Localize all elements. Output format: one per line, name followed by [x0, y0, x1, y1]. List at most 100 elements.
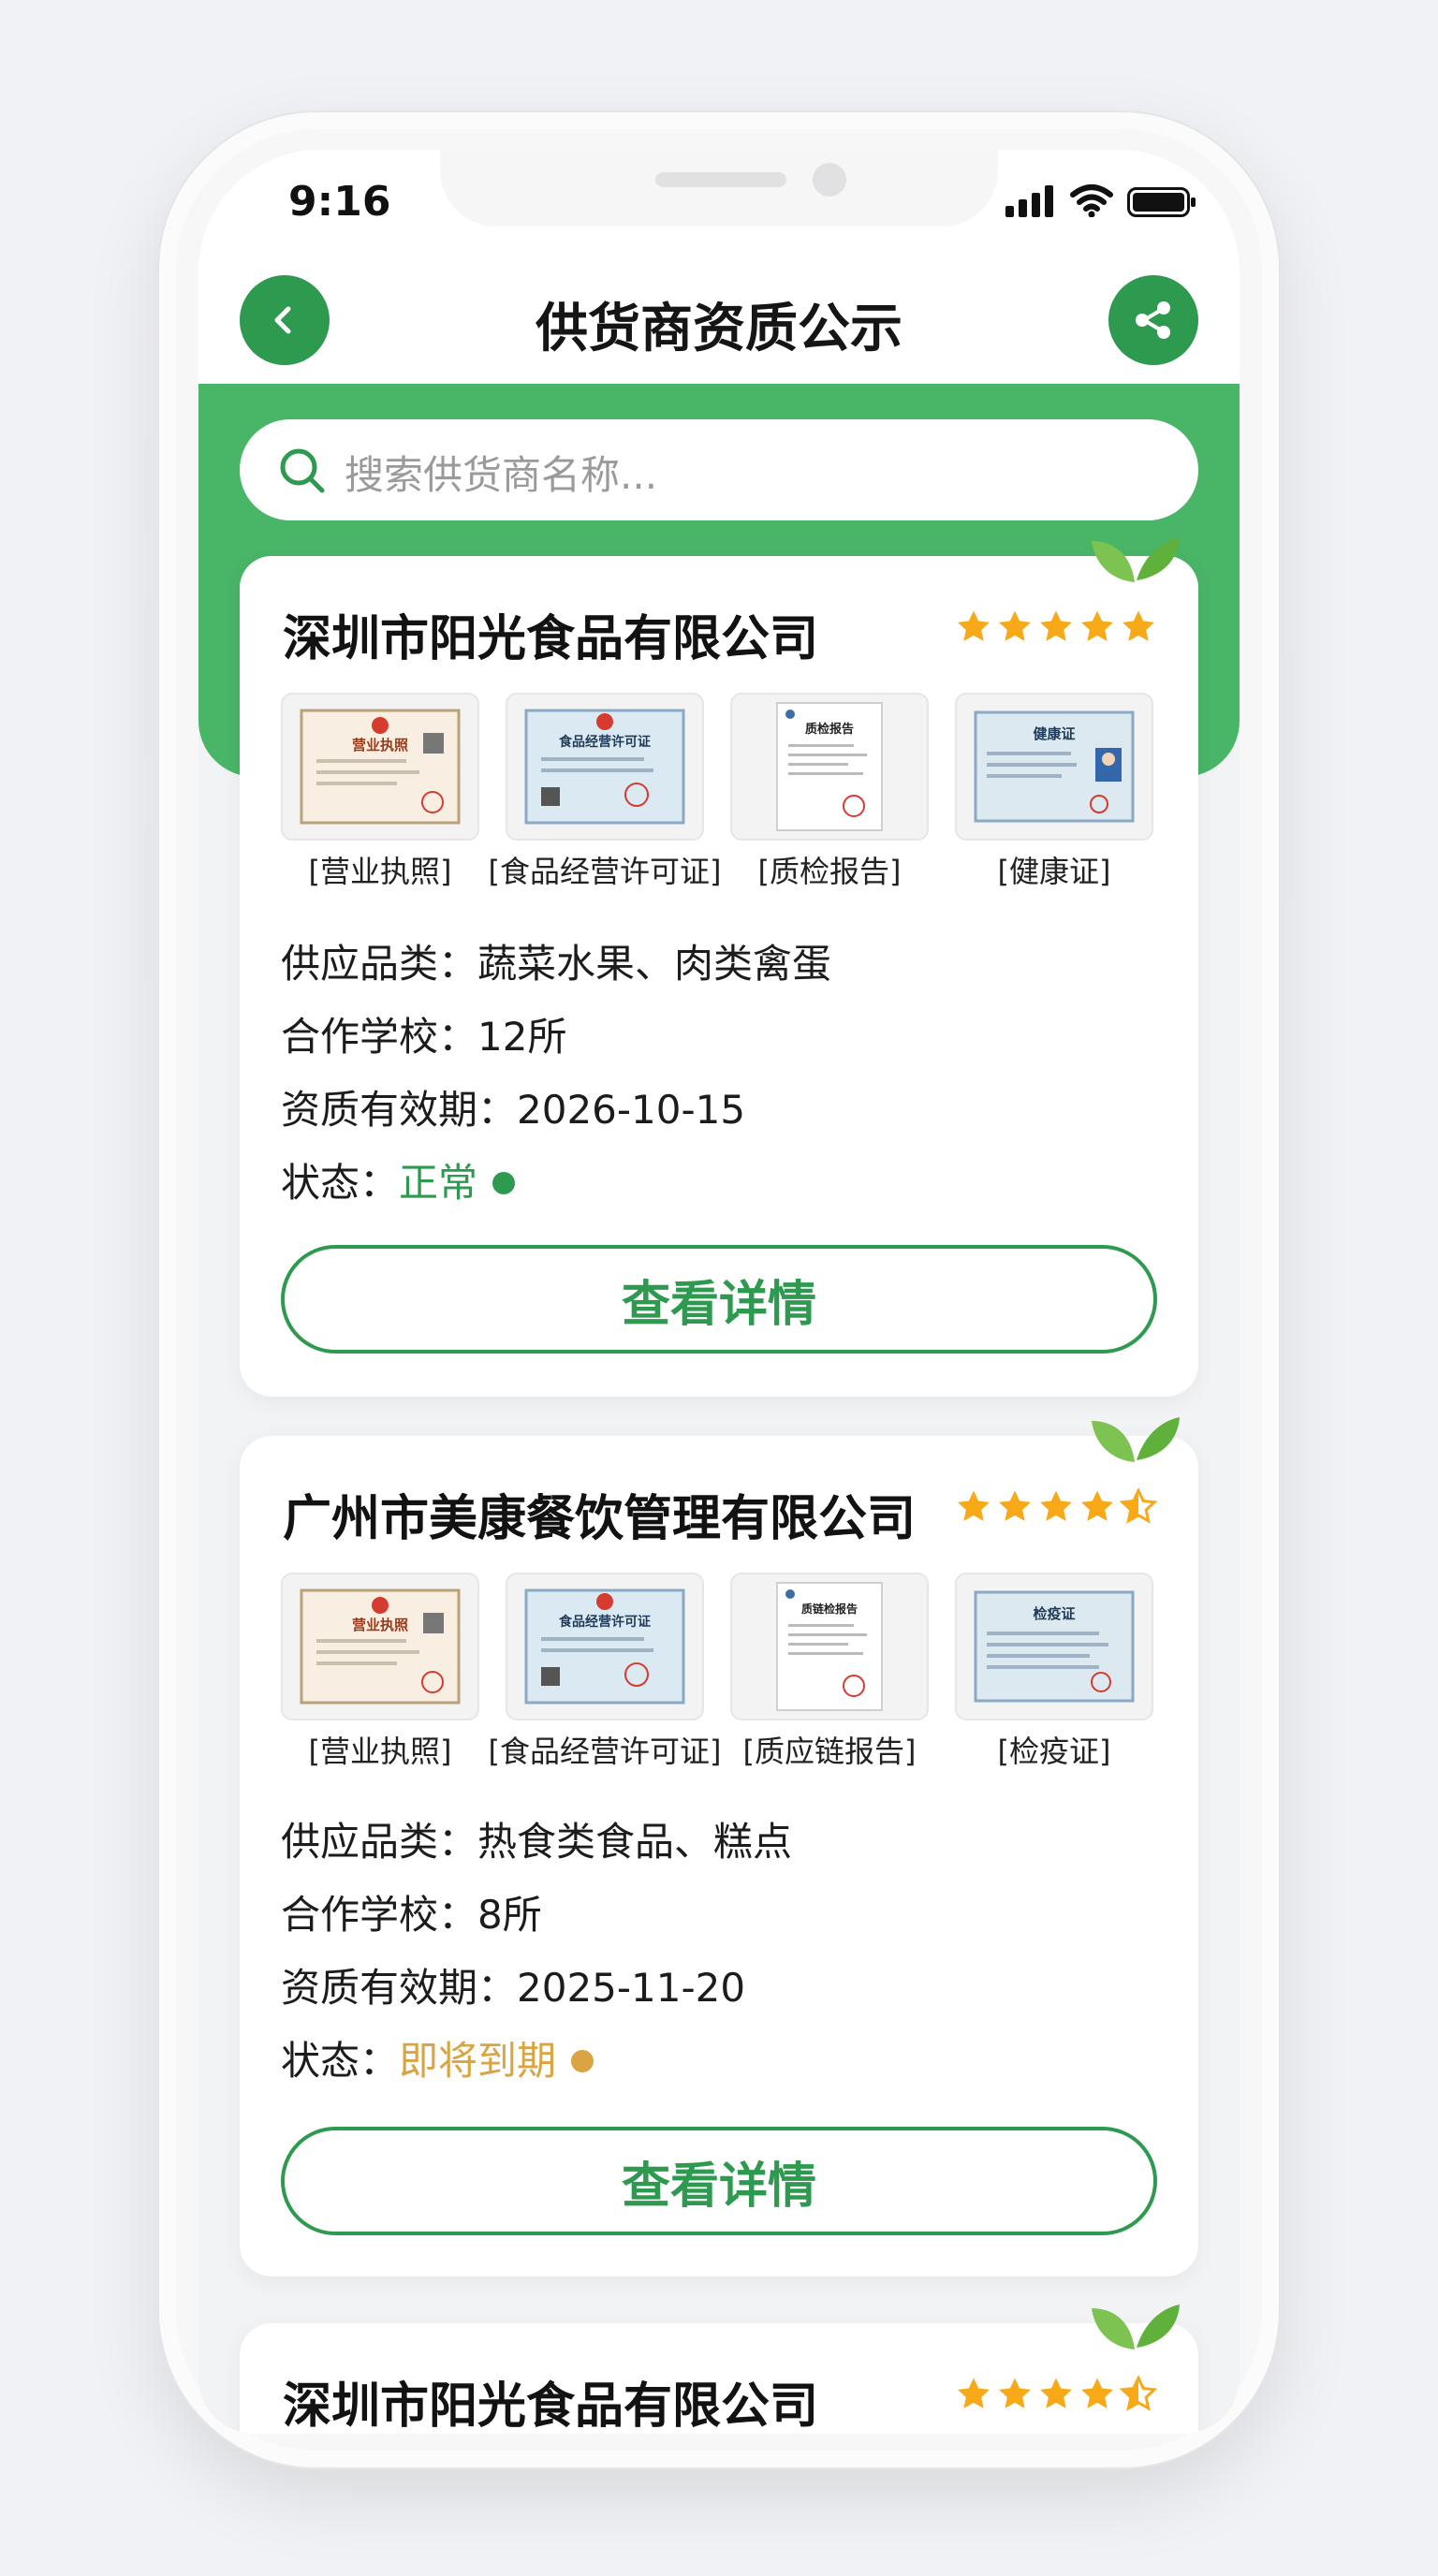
speaker: [655, 172, 786, 187]
signal-icon: [1005, 185, 1053, 217]
star-icon: [999, 610, 1031, 641]
star-icon: [1081, 1490, 1113, 1521]
search-input[interactable]: 搜索供货商名称...: [240, 419, 1198, 520]
half-star-icon: [1120, 2376, 1157, 2411]
document-label: [质应链报告]: [742, 1734, 917, 1769]
inspection-report-icon: 质检报告: [776, 702, 883, 831]
validity-row: 资质有效期：2026-10-15: [281, 1078, 745, 1135]
share-icon: [1136, 301, 1170, 339]
thumb-title: 质链检报告: [801, 1602, 858, 1616]
status-time: 9:16: [288, 178, 391, 226]
document-food-permit[interactable]: 食品经营许可证 [食品经营许可证]: [489, 693, 721, 889]
supply-category-value: 蔬菜水果、肉类禽蛋: [477, 941, 832, 987]
status-bar: 9:16: [198, 150, 1240, 253]
document-quarantine-certificate[interactable]: 检疫证 [检疫证]: [955, 1573, 1153, 1769]
document-inspection-report[interactable]: 质检报告 [质检报告]: [730, 693, 929, 889]
supply-category-row: 供应品类：热食类食品、糕点: [281, 1810, 792, 1867]
business-license-icon: 营业执照: [300, 1588, 461, 1705]
business-license-icon: 营业执照: [300, 709, 461, 825]
partner-schools-value: 8所: [477, 1892, 542, 1938]
thumb-title: 检疫证: [1033, 1605, 1075, 1622]
document-supply-chain-report[interactable]: 质链检报告 [质应链报告]: [730, 1573, 929, 1769]
validity-label: 资质有效期：: [281, 1087, 518, 1133]
document-food-permit[interactable]: 食品经营许可证 [食品经营许可证]: [489, 1573, 721, 1769]
document-label: [营业执照]: [308, 854, 452, 889]
food-permit-icon: 食品经营许可证: [524, 1588, 685, 1705]
supplier-name: 深圳市阳光食品有限公司: [283, 611, 819, 667]
status-label: 状态：: [281, 1160, 400, 1206]
star-icon: [1081, 2378, 1113, 2408]
app-screen: 9:16 供货商资质公示 搜索供货商名称... 深圳市阳光食品有限公司 营业执照…: [198, 150, 1240, 2434]
supply-category-label: 供应品类：: [281, 1819, 478, 1865]
share-button[interactable]: [1108, 275, 1198, 365]
star-icon: [958, 1490, 990, 1521]
document-thumbnail[interactable]: 健康证: [955, 693, 1153, 841]
supply-category-row: 供应品类：蔬菜水果、肉类禽蛋: [281, 932, 831, 989]
document-health-certificate[interactable]: 健康证 [健康证]: [955, 693, 1153, 889]
document-label: [质检报告]: [757, 854, 902, 889]
document-thumbnail[interactable]: 质检报告: [730, 693, 929, 841]
star-icon: [999, 2378, 1031, 2408]
document-thumbnail[interactable]: 食品经营许可证: [506, 1573, 704, 1720]
search-icon: [280, 448, 325, 493]
rating-stars: [955, 2376, 1157, 2413]
star-icon: [1040, 1490, 1072, 1521]
battery-icon: [1127, 187, 1196, 217]
status-label: 状态：: [281, 2038, 400, 2084]
supplier-card: 广州市美康餐饮管理有限公司 营业执照 [营业执照] 食品经营许可证 [食品经营许…: [240, 1417, 1198, 2276]
document-thumbnail[interactable]: 食品经营许可证: [506, 693, 704, 841]
validity-value: 2025-11-20: [517, 1965, 746, 2011]
document-label: [健康证]: [997, 854, 1111, 889]
document-label: [食品经营许可证]: [488, 1734, 722, 1769]
document-business-license[interactable]: 营业执照 [营业执照]: [281, 693, 479, 889]
star-icon: [958, 610, 990, 641]
wifi-icon: [1070, 184, 1113, 217]
half-star-icon: [1120, 1488, 1157, 1524]
food-permit-icon: 食品经营许可证: [524, 709, 685, 825]
status-dot: [492, 1171, 516, 1194]
thumb-title: 食品经营许可证: [559, 734, 651, 750]
partner-schools-label: 合作学校：: [281, 1892, 478, 1938]
leaf-icon: [1092, 2305, 1180, 2349]
status-value: 正常: [399, 1160, 478, 1206]
mute-switch: [144, 436, 157, 526]
leaf-icon: [1092, 1417, 1180, 1462]
thumb-title: 食品经营许可证: [559, 1614, 651, 1630]
thumb-title: 营业执照: [352, 737, 408, 754]
thumb-title: 营业执照: [352, 1617, 408, 1633]
partner-schools-label: 合作学校：: [281, 1014, 478, 1060]
rating-stars: [955, 1488, 1157, 1526]
thumb-title: 质检报告: [805, 722, 854, 737]
partner-schools-row: 合作学校：8所: [281, 1883, 542, 1940]
document-label: [检疫证]: [997, 1734, 1111, 1769]
page-title: 供货商资质公示: [536, 299, 902, 359]
supplier-card: 深圳市阳光食品有限公司 营业执照 [营业执照] 食品经营许可证 [食品经营许可证…: [240, 537, 1198, 1397]
supply-category-label: 供应品类：: [281, 941, 478, 987]
front-camera: [813, 163, 846, 197]
notch: [440, 150, 998, 227]
supplier-name: 广州市美康餐饮管理有限公司: [283, 1491, 917, 1547]
document-thumbnail[interactable]: 质链检报告: [730, 1573, 929, 1720]
document-thumbnail[interactable]: 营业执照: [281, 693, 479, 841]
health-certificate-icon: 健康证: [974, 710, 1135, 823]
document-business-license[interactable]: 营业执照 [营业执照]: [281, 1573, 479, 1769]
star-icon: [1123, 610, 1154, 641]
document-thumbnail[interactable]: 营业执照: [281, 1573, 479, 1720]
status-value: 即将到期: [399, 2038, 557, 2084]
view-details-button[interactable]: 查看详情: [281, 1245, 1157, 1354]
supply-category-value: 热食类食品、糕点: [477, 1819, 793, 1865]
star-icon: [1040, 2378, 1072, 2408]
status-row: 状态：即将到期: [281, 2029, 594, 2086]
view-details-button[interactable]: 查看详情: [281, 2127, 1157, 2235]
search-placeholder: 搜索供货商名称...: [345, 452, 658, 498]
validity-value: 2026-10-15: [517, 1087, 746, 1133]
supplier-card: 深圳市阳光食品有限公司: [240, 2305, 1198, 2434]
status-row: 状态：正常: [281, 1151, 516, 1208]
validity-row: 资质有效期：2025-11-20: [281, 1956, 745, 2013]
volume-up-button: [144, 599, 157, 756]
star-icon: [999, 1490, 1031, 1521]
star-icon: [1081, 610, 1113, 641]
partner-schools-row: 合作学校：12所: [281, 1005, 566, 1062]
inspection-report-icon: 质链检报告: [776, 1582, 883, 1711]
document-thumbnail[interactable]: 检疫证: [955, 1573, 1153, 1720]
